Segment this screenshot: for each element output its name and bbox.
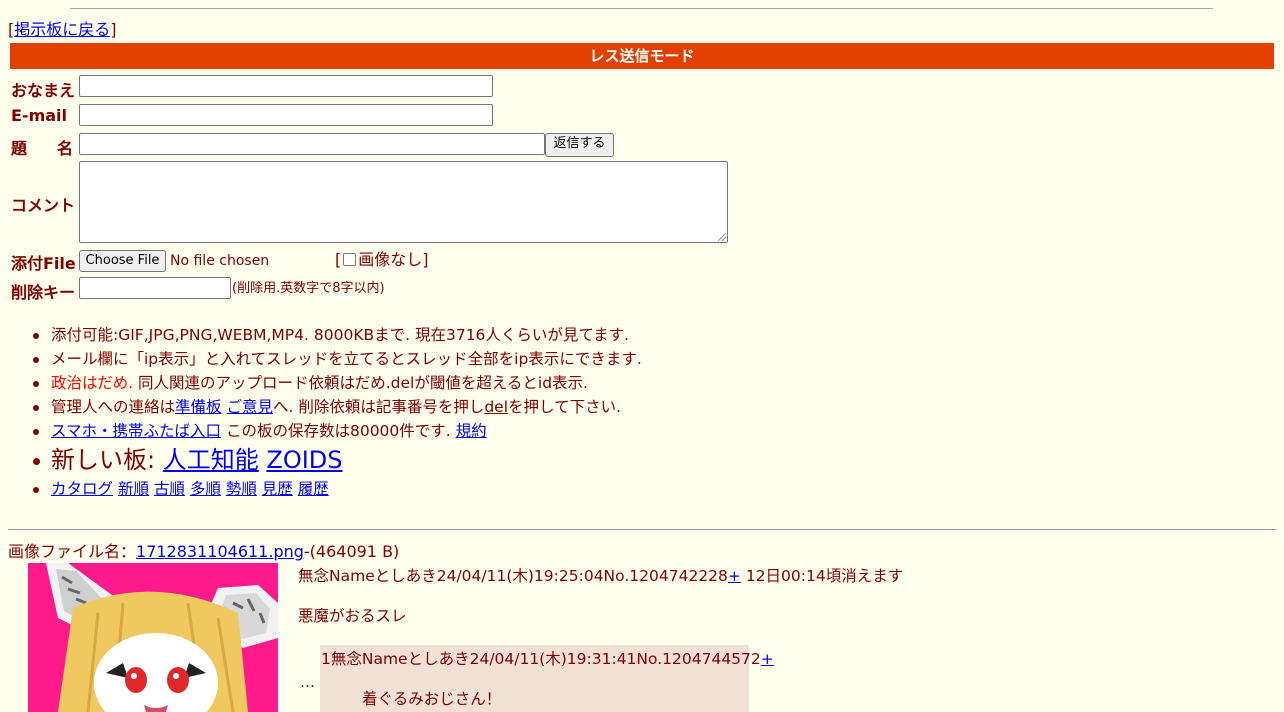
- reply-header: 1無念Nameとしあき24/04/11(木)19:31:41No.1204744…: [321, 650, 774, 668]
- email-input[interactable]: [79, 104, 493, 126]
- reply-plus-link[interactable]: +: [761, 650, 774, 668]
- rules-list: 添付可能:GIF,JPG,PNG,WEBM,MP4. 8000KBまで. 現在3…: [33, 323, 642, 501]
- choose-file-button[interactable]: Choose File: [79, 250, 166, 272]
- sort-old-link[interactable]: 古順: [154, 480, 185, 498]
- rules-item-upload: 添付可能:GIF,JPG,PNG,WEBM,MP4. 8000KBまで. 現在3…: [33, 323, 642, 347]
- reply-body: 着ぐるみおじさん！: [362, 690, 502, 708]
- subject-label: 題名: [11, 139, 74, 158]
- return-nav: [掲示板に戻る]: [8, 20, 117, 39]
- new-board-zoids-link[interactable]: ZOIDS: [266, 446, 342, 474]
- image-file-link[interactable]: 1712831104611.png: [136, 542, 304, 561]
- comment-textarea[interactable]: [79, 161, 728, 243]
- rules-item-mobile: スマホ・携帯ふたば入口 この板の保存数は80000件です. 規約: [33, 419, 642, 443]
- file-info: 画像ファイル名：1712831104611.png-(464091 B): [8, 542, 400, 561]
- prep-board-link[interactable]: 準備板: [175, 398, 222, 416]
- mobile-entry-link[interactable]: スマホ・携帯ふたば入口: [51, 422, 221, 440]
- op-post-body: 悪魔がおるスレ: [298, 607, 407, 625]
- delete-key-input[interactable]: [79, 277, 231, 299]
- comment-label: コメント: [11, 196, 76, 215]
- sort-new-link[interactable]: 新順: [118, 480, 149, 498]
- reply-post: 1無念Nameとしあき24/04/11(木)19:31:41No.1204744…: [320, 645, 774, 712]
- rules-item-new-boards: 新しい板: 人工知能 ZOIDS: [33, 443, 642, 477]
- return-to-board-link[interactable]: 掲示板に戻る: [14, 20, 110, 39]
- delete-key-note: (削除用.英数字で8字以内): [232, 281, 385, 296]
- new-board-ai-link[interactable]: 人工知能: [163, 446, 259, 474]
- op-plus-link[interactable]: +: [728, 567, 741, 585]
- email-label: E-mail: [11, 106, 68, 125]
- rules-item-ip-display: メール欄に「ip表示」と入れてスレッドを立てるとスレッド全部をip表示にできます…: [33, 347, 642, 371]
- post-history-link[interactable]: 履歴: [298, 480, 329, 498]
- catalog-link[interactable]: カタログ: [51, 480, 113, 498]
- subject-input[interactable]: [79, 133, 545, 155]
- name-label: おなまえ: [11, 81, 76, 100]
- sort-momentum-link[interactable]: 勢順: [226, 480, 257, 498]
- rules-item-politics: 政治はだめ. 同人関連のアップロード依頼はだめ.delが閾値を超えるとid表示.: [33, 371, 642, 395]
- kigurumi-image-icon: [28, 563, 278, 712]
- thread-divider: [8, 529, 1276, 530]
- delete-key-label: 削除キー: [11, 283, 76, 302]
- resize-grip-icon[interactable]: [718, 233, 726, 241]
- feedback-link[interactable]: ご意見: [226, 398, 273, 416]
- no-file-status: No file chosen: [170, 253, 270, 269]
- terms-link[interactable]: 規約: [456, 422, 487, 440]
- sort-many-link[interactable]: 多順: [190, 480, 221, 498]
- submit-reply-button[interactable]: 返信する: [545, 133, 614, 157]
- no-image-option: [画像なし]: [335, 250, 429, 269]
- file-label: 添付File: [11, 254, 76, 273]
- view-history-link[interactable]: 見歴: [262, 480, 293, 498]
- top-divider: [70, 8, 1213, 9]
- no-image-checkbox[interactable]: [343, 253, 357, 266]
- rules-item-sort-links: カタログ 新順 古順 多順 勢順 見歴 履歴: [33, 477, 642, 501]
- thread-thumbnail[interactable]: [28, 563, 278, 712]
- op-post-header: 無念Nameとしあき24/04/11(木)19:25:04No.12047422…: [298, 567, 904, 585]
- del-text: del: [484, 398, 509, 416]
- reply-mode-header: レス送信モード: [10, 43, 1274, 69]
- name-input[interactable]: [79, 75, 493, 97]
- reply-indent-ellipsis: …: [300, 673, 315, 691]
- rules-item-contact: 管理人への連絡は準備板 ご意見へ. 削除依頼は記事番号を押しdelを押して下さい…: [33, 395, 642, 419]
